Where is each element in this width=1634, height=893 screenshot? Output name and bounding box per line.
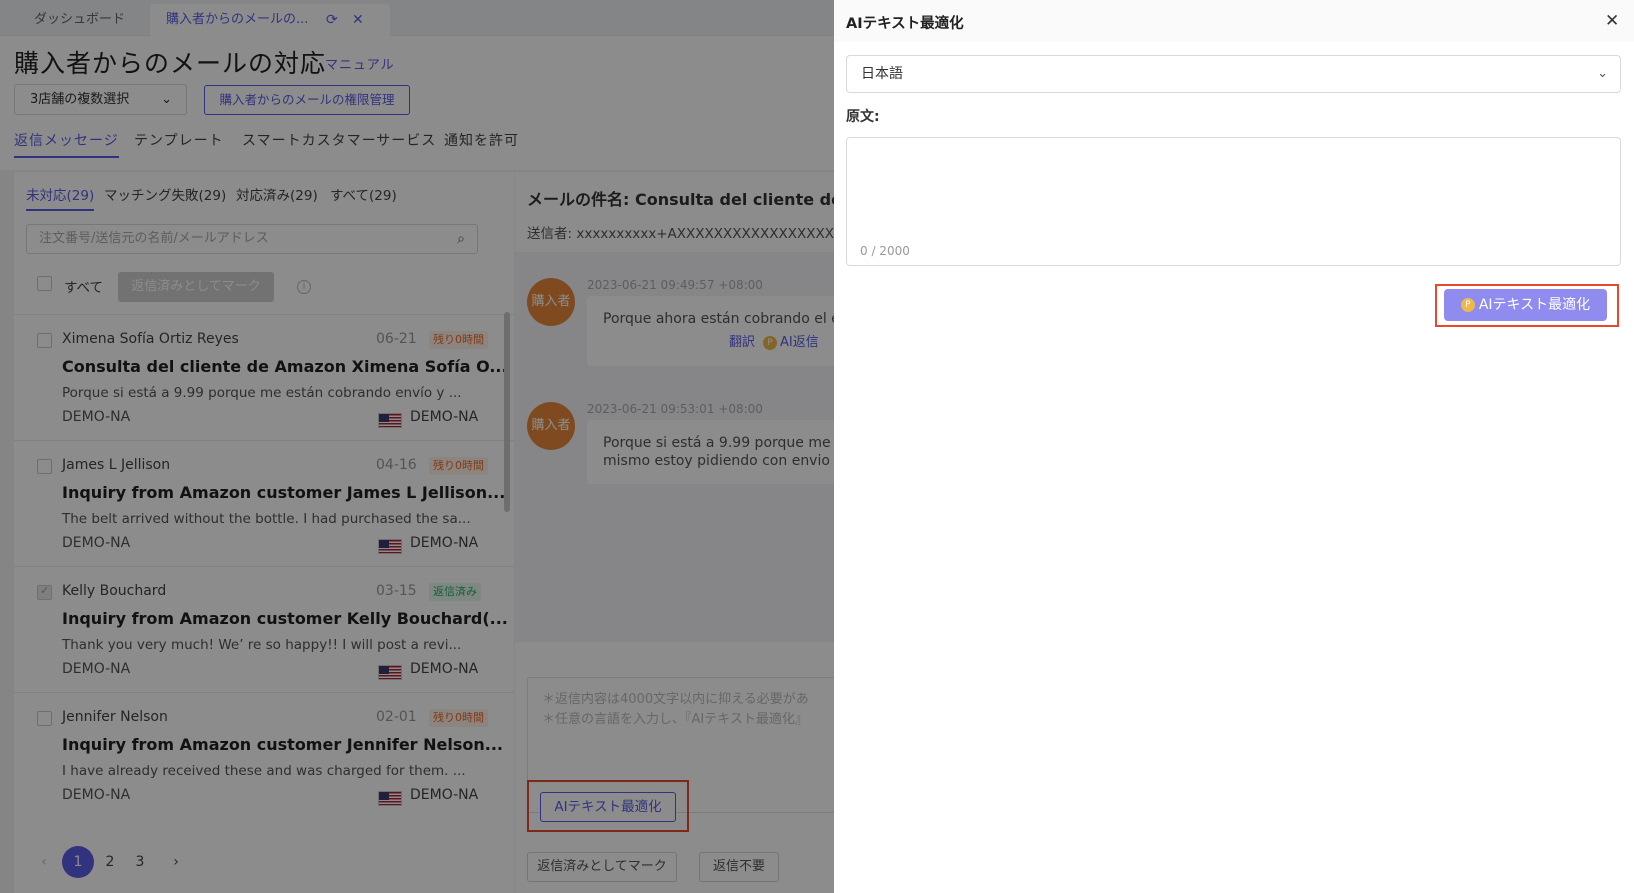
language-select[interactable]: 日本語 ⌄ xyxy=(846,55,1621,93)
char-counter: 0 / 2000 xyxy=(860,244,910,258)
coin-icon: P xyxy=(1460,298,1475,312)
chevron-down-icon: ⌄ xyxy=(1597,66,1608,81)
close-icon[interactable]: ✕ xyxy=(1605,11,1619,31)
ai-optimize-submit-button[interactable]: P AIテキスト最適化 xyxy=(1444,289,1607,321)
modal-overlay[interactable] xyxy=(0,0,834,893)
original-text-input[interactable] xyxy=(846,137,1621,266)
drawer-header: AIテキスト最適化 ✕ xyxy=(834,0,1634,42)
ai-button-label: AIテキスト最適化 xyxy=(1478,297,1591,313)
language-value: 日本語 xyxy=(861,66,903,82)
ai-optimize-drawer: AIテキスト最適化 ✕ 日本語 ⌄ 原文: 0 / 2000 P AIテキスト最適… xyxy=(834,0,1634,893)
original-text-label: 原文: xyxy=(846,109,880,125)
drawer-title: AIテキスト最適化 xyxy=(846,16,964,32)
